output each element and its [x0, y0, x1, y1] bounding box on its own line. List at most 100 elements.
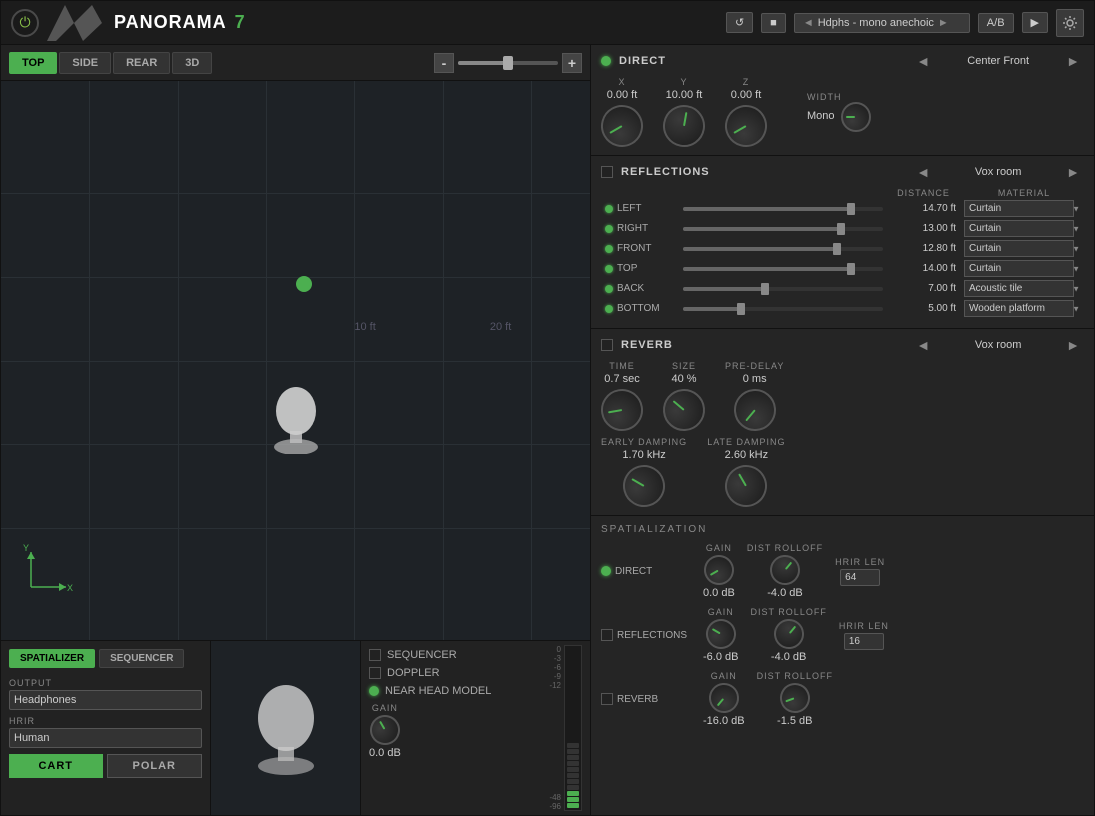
reverb-section: REVERB ◄ Vox room ► TIME 0.7 sec SIZE	[591, 329, 1094, 516]
early-damping-label: EARLY DAMPING	[601, 437, 687, 447]
preset-arrow-left[interactable]: ◄	[803, 17, 814, 29]
distance-col-header: DISTANCE	[891, 188, 956, 198]
predelay-knob[interactable]	[725, 380, 784, 439]
zoom-out-button[interactable]: -	[434, 53, 454, 73]
reflections-col-headers: DISTANCE MATERIAL	[601, 188, 1084, 198]
ab-button[interactable]: A/B	[978, 13, 1014, 33]
spat-reverb-checkbox[interactable]	[601, 693, 613, 705]
spat-direct-rolloff-knob[interactable]	[764, 549, 806, 591]
ref-slider-top[interactable]	[683, 267, 883, 271]
ref-distance-top: 14.00 ft	[891, 263, 956, 274]
ref-material-back[interactable]: CurtainAcoustic tileWooden platformBrick…	[964, 280, 1074, 297]
x-knob[interactable]	[593, 97, 650, 154]
x-label: X	[618, 77, 625, 87]
ref-slider-bottom[interactable]	[683, 307, 883, 311]
spat-reverb-gain-group: GAIN -16.0 dB	[703, 671, 745, 727]
early-damping-knob[interactable]	[615, 457, 672, 514]
cart-button[interactable]: CART	[9, 754, 103, 778]
power-button[interactable]: ⏻	[11, 9, 39, 37]
gain-section: GAIN 0.0 dB	[369, 703, 533, 761]
ref-material-right[interactable]: CurtainAcoustic tileWooden platformBrick…	[964, 220, 1074, 237]
ref-slider-front[interactable]	[683, 247, 883, 251]
ref-led-front	[605, 245, 613, 253]
spat-direct-gain-label: GAIN	[706, 543, 732, 553]
ref-label-front: FRONT	[605, 243, 675, 254]
spat-reverb-rolloff-label: DIST ROLLOFF	[757, 671, 833, 681]
axis-svg: X Y	[21, 542, 76, 597]
predelay-label: PRE-DELAY	[725, 361, 784, 371]
spat-reflections-gain-knob[interactable]	[700, 614, 741, 655]
size-label: SIZE	[672, 361, 696, 371]
doppler-checkbox[interactable]	[369, 667, 381, 679]
reflections-title: REFLECTIONS	[621, 166, 710, 178]
y-knob[interactable]	[660, 102, 709, 151]
tab-sequencer[interactable]: SEQUENCER	[99, 649, 184, 668]
spat-reverb-gain-knob[interactable]	[703, 677, 745, 719]
gain-knob[interactable]	[364, 710, 405, 751]
width-group: WIDTH Mono	[807, 92, 871, 132]
spat-direct-hrir-select[interactable]: 64 128 32	[840, 569, 880, 586]
ref-led-right	[605, 225, 613, 233]
reset-button[interactable]: ↺	[726, 12, 753, 33]
header: ⏻ PANORAMA 7 ↺ ■ ◄ Hdphs - mono anechoic…	[1, 1, 1094, 45]
reflections-checkbox[interactable]	[601, 166, 613, 178]
predelay-value: 0 ms	[743, 373, 767, 385]
view-tabs: TOP SIDE REAR 3D - +	[1, 45, 590, 81]
polar-button[interactable]: POLAR	[107, 754, 203, 778]
z-knob[interactable]	[717, 97, 774, 154]
record-button[interactable]: ■	[761, 13, 786, 33]
reverb-preset-next[interactable]: ►	[1062, 337, 1084, 353]
ref-led-top	[605, 265, 613, 273]
reflections-preset-prev[interactable]: ◄	[912, 164, 934, 180]
spat-reflections-gain-group: GAIN -6.0 dB	[703, 607, 738, 663]
listener-model	[266, 381, 326, 451]
spat-reflections-hrir-select[interactable]: 16 32 64	[844, 633, 884, 650]
ref-material-front[interactable]: CurtainAcoustic tileWooden platformBrick…	[964, 240, 1074, 257]
direct-preset-next[interactable]: ►	[1062, 53, 1084, 69]
ref-material-top[interactable]: CurtainAcoustic tileWooden platformBrick…	[964, 260, 1074, 277]
spat-reflections-rolloff-knob[interactable]	[768, 613, 810, 655]
output-select[interactable]: Headphones Speakers 2.0 Speakers 5.1	[9, 690, 202, 710]
spat-reflections-gain-value: -6.0 dB	[703, 651, 738, 663]
gain-knob-group: GAIN 0.0 dB	[369, 703, 401, 761]
tab-top[interactable]: TOP	[9, 52, 57, 74]
spat-direct-rolloff-label: DIST ROLLOFF	[747, 543, 823, 553]
direct-title: DIRECT	[619, 55, 666, 67]
ref-slider-back[interactable]	[683, 287, 883, 291]
near-head-label: NEAR HEAD MODEL	[385, 685, 491, 697]
play-button[interactable]: ▶	[1022, 12, 1048, 33]
viewport-label-10ft: 10 ft	[354, 321, 375, 333]
preset-arrow-right[interactable]: ►	[938, 17, 949, 29]
sound-source[interactable]	[296, 276, 312, 292]
direct-section-header: DIRECT ◄ Center Front ►	[601, 53, 1084, 69]
settings-button[interactable]	[1056, 9, 1084, 37]
reverb-preset-prev[interactable]: ◄	[912, 337, 934, 353]
ref-slider-right[interactable]	[683, 227, 883, 231]
tab-rear[interactable]: REAR	[113, 52, 170, 74]
gain-knob-label: GAIN	[372, 703, 398, 713]
width-knob[interactable]	[841, 102, 871, 132]
ref-material-bottom[interactable]: CurtainAcoustic tileWooden platformBrick…	[964, 300, 1074, 317]
zoom-in-button[interactable]: +	[562, 53, 582, 73]
spat-reverb-rolloff-knob[interactable]	[776, 679, 814, 717]
power-icon: ⏻	[19, 14, 30, 31]
ref-label-right: RIGHT	[605, 223, 675, 234]
tab-spatializer[interactable]: SPATIALIZER	[9, 649, 95, 668]
late-damping-knob[interactable]	[718, 457, 775, 514]
ref-material-left[interactable]: CurtainAcoustic tileWooden platformBrick…	[964, 200, 1074, 217]
spat-direct-hrir-group: HRIR LEN 64 128 32	[835, 557, 885, 586]
spat-direct-gain-knob[interactable]	[698, 550, 739, 591]
direct-preset-prev[interactable]: ◄	[912, 53, 934, 69]
spat-reflections-checkbox[interactable]	[601, 629, 613, 641]
early-damping-group: EARLY DAMPING 1.70 kHz	[601, 437, 687, 507]
preset-selector[interactable]: ◄ Hdphs - mono anechoic ►	[794, 13, 970, 33]
ref-slider-left[interactable]	[683, 207, 883, 211]
size-knob[interactable]	[654, 380, 713, 439]
sequencer-checkbox[interactable]	[369, 649, 381, 661]
time-knob[interactable]	[598, 386, 647, 435]
tab-side[interactable]: SIDE	[59, 52, 111, 74]
hrir-select[interactable]: Human Kemar Custom	[9, 728, 202, 748]
tab-3d[interactable]: 3D	[172, 52, 212, 74]
reverb-checkbox[interactable]	[601, 339, 613, 351]
reflections-preset-next[interactable]: ►	[1062, 164, 1084, 180]
